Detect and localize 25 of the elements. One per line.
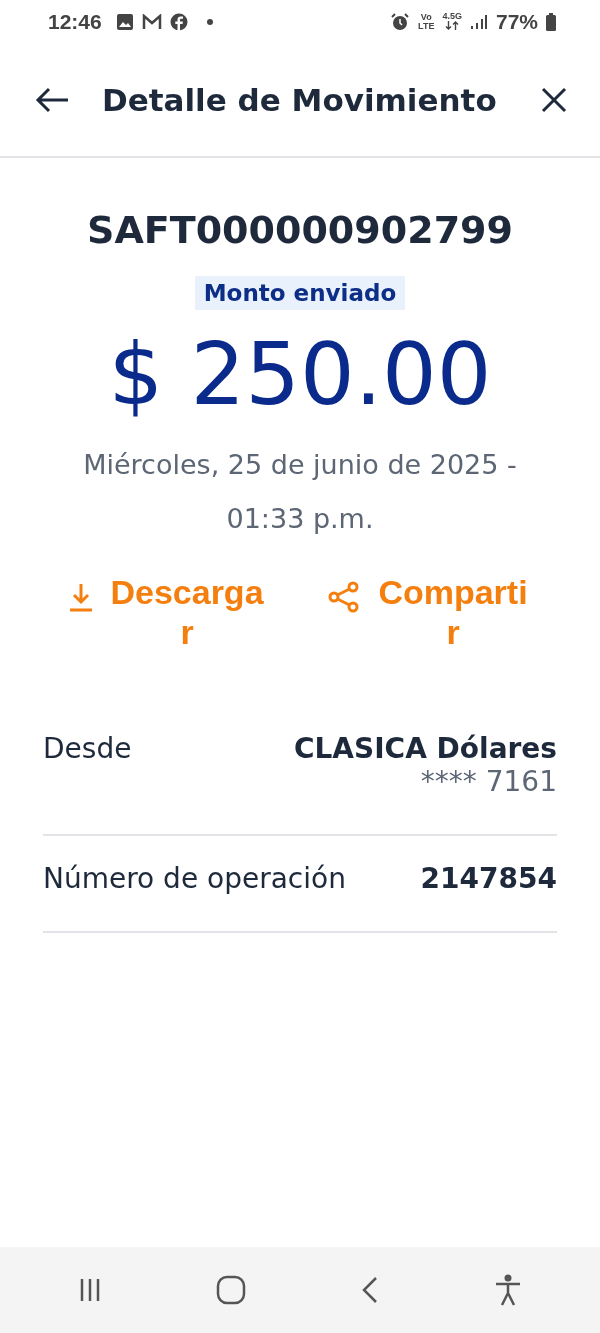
mail-icon	[141, 14, 162, 30]
signal-icon	[469, 14, 488, 30]
gallery-icon	[115, 13, 134, 31]
share-button[interactable]: Compartir	[327, 572, 533, 652]
transaction-date: Miércoles, 25 de junio de 2025 - 01:33 p.m.	[82, 448, 518, 536]
share-icon	[327, 580, 361, 614]
data-arrows-icon	[445, 21, 460, 30]
network-indicator: 4.5G	[442, 12, 462, 32]
battery-level: 77%	[495, 10, 538, 34]
page-title: Detalle de Movimiento	[102, 82, 498, 118]
download-button[interactable]: Descargar	[67, 572, 267, 652]
battery-icon	[546, 13, 556, 31]
detail-label: Desde	[43, 732, 132, 765]
detail-value: 2147854	[420, 862, 557, 895]
facebook-icon	[169, 13, 188, 31]
reference-code: SAFT000000902799	[87, 208, 513, 252]
account-number: **** 7161	[420, 765, 557, 798]
amount-label: Monto enviado	[194, 276, 406, 310]
detail-value: CLASICA Dólares	[293, 732, 557, 765]
clock: 12:46	[48, 10, 102, 34]
dot-icon	[205, 18, 214, 26]
alarm-icon	[390, 12, 411, 32]
amount: $ 250.00	[108, 324, 492, 424]
volte-indicator: Vo LTE	[418, 13, 435, 31]
detail-label: Número de operación	[43, 862, 346, 895]
